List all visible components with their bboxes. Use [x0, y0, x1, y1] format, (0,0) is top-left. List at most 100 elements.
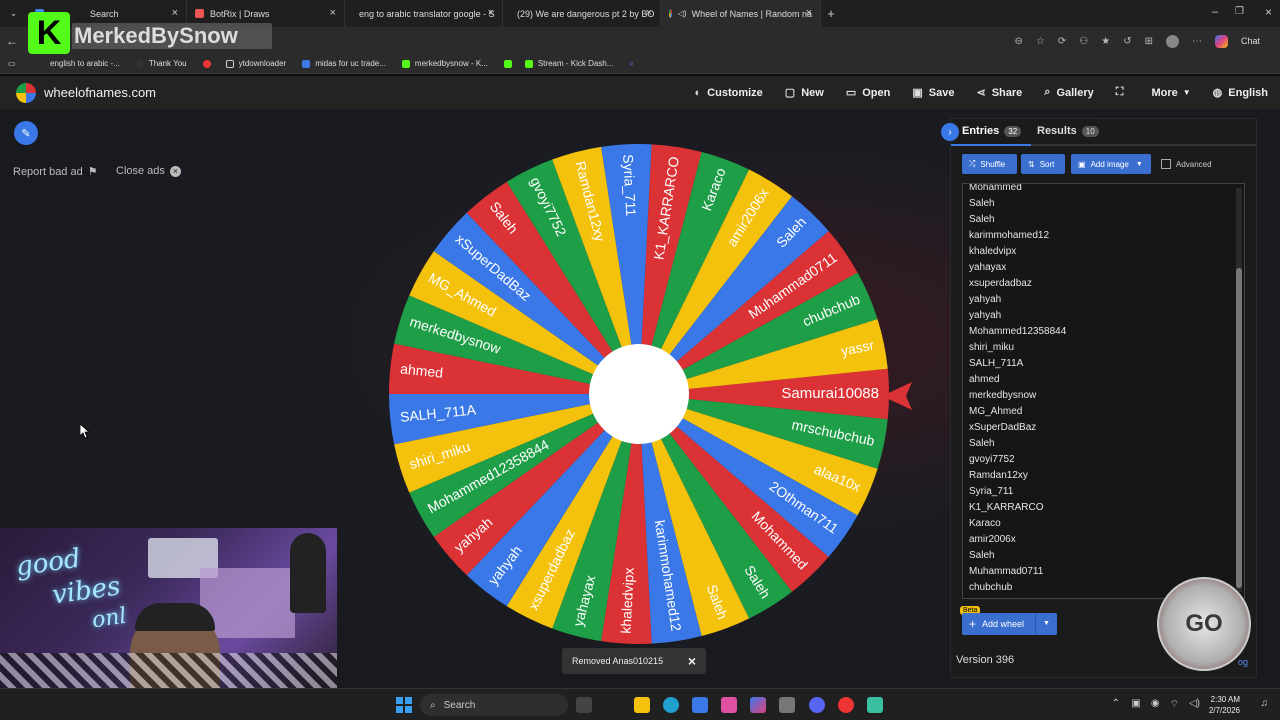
chat-label[interactable]: Chat — [1241, 36, 1260, 46]
toast-close-icon[interactable]: × — [688, 653, 696, 669]
share-button[interactable]: ⋖ Share — [976, 86, 1022, 100]
bookmark-item[interactable]: ⌕ — [629, 59, 633, 69]
app-icon[interactable] — [721, 697, 737, 713]
entry-line[interactable]: xSuperDadBaz — [963, 420, 1244, 436]
app-icon[interactable] — [779, 697, 795, 713]
entry-line[interactable]: karimmohamed12 — [963, 228, 1244, 244]
entry-line[interactable]: shiri_miku — [963, 340, 1244, 356]
close-icon[interactable]: × — [488, 7, 494, 19]
add-wheel-button[interactable]: + Add wheel ▼ — [962, 613, 1057, 635]
chevron-down-icon[interactable]: ▼ — [1035, 613, 1057, 635]
browser-essentials-icon[interactable]: ⚇ — [1079, 36, 1088, 47]
bookmark-item[interactable]: midas for uc trade... — [302, 59, 386, 68]
back-arrow-icon[interactable]: ← — [6, 34, 18, 48]
entry-line[interactable]: Saleh — [963, 212, 1244, 228]
store-icon[interactable] — [692, 697, 708, 713]
notepad-icon[interactable] — [867, 697, 883, 713]
tab-wheel-of-names[interactable]: ◁) Wheel of Names | Random na × — [661, 0, 821, 27]
history-icon[interactable]: ↺ — [1123, 36, 1131, 47]
bookmark-item[interactable] — [202, 59, 216, 68]
windows-start-icon[interactable] — [396, 697, 412, 713]
bookmark-item[interactable]: Thank You — [135, 59, 187, 68]
entry-line[interactable]: yahyah — [963, 308, 1244, 324]
entry-line[interactable]: Mohammed12358844 — [963, 324, 1244, 340]
close-icon[interactable]: × — [646, 7, 652, 19]
close-icon[interactable]: × — [172, 7, 178, 19]
entry-line[interactable]: merkedbysnow — [963, 388, 1244, 404]
copilot-icon[interactable] — [1214, 34, 1228, 48]
tray-chevron-icon[interactable]: ⌃ — [1112, 698, 1120, 709]
gallery-button[interactable]: ⌕ Gallery — [1044, 86, 1093, 99]
edge-browser-icon[interactable] — [663, 697, 679, 713]
entry-line[interactable]: Ramdan12xy — [963, 468, 1244, 484]
entry-line[interactable]: K1_KARRARCO — [963, 500, 1244, 516]
sidebar-toggle-icon[interactable]: ▭ — [0, 59, 38, 68]
entry-line[interactable]: SALH_711A — [963, 356, 1244, 372]
entry-line[interactable]: MG_Ahmed — [963, 404, 1244, 420]
entry-line[interactable]: amir2006x — [963, 532, 1244, 548]
minimize-icon[interactable]: – — [1212, 6, 1218, 18]
extensions-icon[interactable]: ⟳ — [1058, 36, 1066, 47]
system-tray[interactable]: ▣ ◉ ⌔ ◁) — [1131, 698, 1200, 711]
fullscreen-button[interactable]: ⛶ — [1116, 86, 1130, 99]
notifications-bell-icon[interactable]: ♫ — [1261, 698, 1269, 709]
star-icon[interactable]: ☆ — [1036, 36, 1045, 47]
open-button[interactable]: ▭ Open — [846, 86, 891, 100]
profile-avatar[interactable] — [1165, 34, 1179, 48]
changelog-link[interactable]: og — [1238, 657, 1248, 667]
entries-textarea[interactable]: Mohammed Saleh Saleh karimmohamed12 khaledvi… — [962, 183, 1245, 599]
window-close-icon[interactable]: × — [1265, 5, 1272, 19]
entry-line[interactable]: xsuperdadbaz — [963, 276, 1244, 292]
bookmark-item[interactable]: Stream - Kick Dash... — [524, 59, 613, 68]
tray-app-icon[interactable]: ▣ — [1131, 698, 1140, 711]
entry-line[interactable]: gvoyi7752 — [963, 452, 1244, 468]
report-bad-ad-link[interactable]: Report bad ad ⚑ — [13, 165, 98, 179]
entry-line[interactable]: Saleh — [963, 548, 1244, 564]
wheel[interactable]: Samurai10088mrschubchubalaa10x2Othman711… — [386, 141, 892, 647]
clock[interactable]: 2:30 AM 2/7/2026 — [1209, 694, 1240, 716]
tab-results[interactable]: Results 10 — [1037, 125, 1099, 137]
menu-dots-icon[interactable]: ⋯ — [1192, 36, 1202, 47]
bookmark-item[interactable] — [503, 59, 517, 68]
more-button[interactable]: More ▼ — [1151, 87, 1190, 99]
maximize-icon[interactable]: ❐ — [1235, 6, 1244, 17]
copilot-taskbar-icon[interactable] — [750, 697, 766, 713]
tab-list-chevron-icon[interactable]: ⌄ — [0, 0, 27, 27]
entry-line[interactable]: yahayax — [963, 260, 1244, 276]
file-explorer-icon[interactable] — [634, 697, 650, 713]
bookmark-item[interactable]: english to arabic -... — [50, 59, 120, 68]
bookmark-item[interactable]: merkedbysnow - K... — [401, 59, 488, 68]
scrollbar-thumb[interactable] — [1236, 268, 1242, 588]
save-button[interactable]: ▣ Save — [912, 86, 954, 100]
shuffle-button[interactable]: ⤮ Shuffle — [962, 154, 1017, 174]
volume-icon[interactable]: ◁) — [1189, 698, 1200, 711]
language-button[interactable]: ◍ English — [1213, 86, 1268, 100]
close-icon[interactable]: × — [330, 7, 336, 19]
favorites-icon[interactable]: ★ — [1101, 36, 1110, 47]
entry-line[interactable]: Mohammed — [963, 184, 1244, 196]
entry-line[interactable]: ahmed — [963, 372, 1244, 388]
reader-icon[interactable]: ⊖ — [1015, 36, 1023, 47]
bookmark-item[interactable]: ytdownloader — [225, 59, 286, 68]
customize-button[interactable]: ◐ Customize — [695, 87, 763, 99]
edit-pencil-icon[interactable]: ✎ — [14, 121, 38, 145]
entry-line[interactable]: Syria_711 — [963, 484, 1244, 500]
entries-scrollbar[interactable] — [1236, 188, 1242, 592]
tab-translator[interactable]: eng to arabic translator google - S × — [345, 0, 503, 27]
collapse-panel-chevron-icon[interactable]: › — [941, 123, 959, 141]
tab-youtube[interactable]: (29) We are dangerous pt 2 by BO × — [503, 0, 661, 27]
entry-line[interactable]: khaledvipx — [963, 244, 1244, 260]
wifi-icon[interactable]: ⌔ — [1170, 698, 1179, 711]
entry-line[interactable]: yahyah — [963, 292, 1244, 308]
advanced-checkbox[interactable]: Advanced — [1161, 159, 1212, 169]
tray-app-icon[interactable]: ◉ — [1151, 698, 1160, 711]
entry-line[interactable]: Saleh — [963, 436, 1244, 452]
entry-line[interactable]: Karaco — [963, 516, 1244, 532]
collections-icon[interactable]: ⊞ — [1145, 36, 1153, 47]
site-logo[interactable]: wheelofnames.com — [16, 82, 156, 103]
app-icon[interactable] — [838, 697, 854, 713]
entry-line[interactable]: Saleh — [963, 196, 1244, 212]
new-tab-icon[interactable]: + — [821, 6, 841, 21]
close-ads-link[interactable]: Close ads × — [116, 165, 181, 177]
taskbar-search-box[interactable]: ⌕ Search — [420, 694, 568, 716]
